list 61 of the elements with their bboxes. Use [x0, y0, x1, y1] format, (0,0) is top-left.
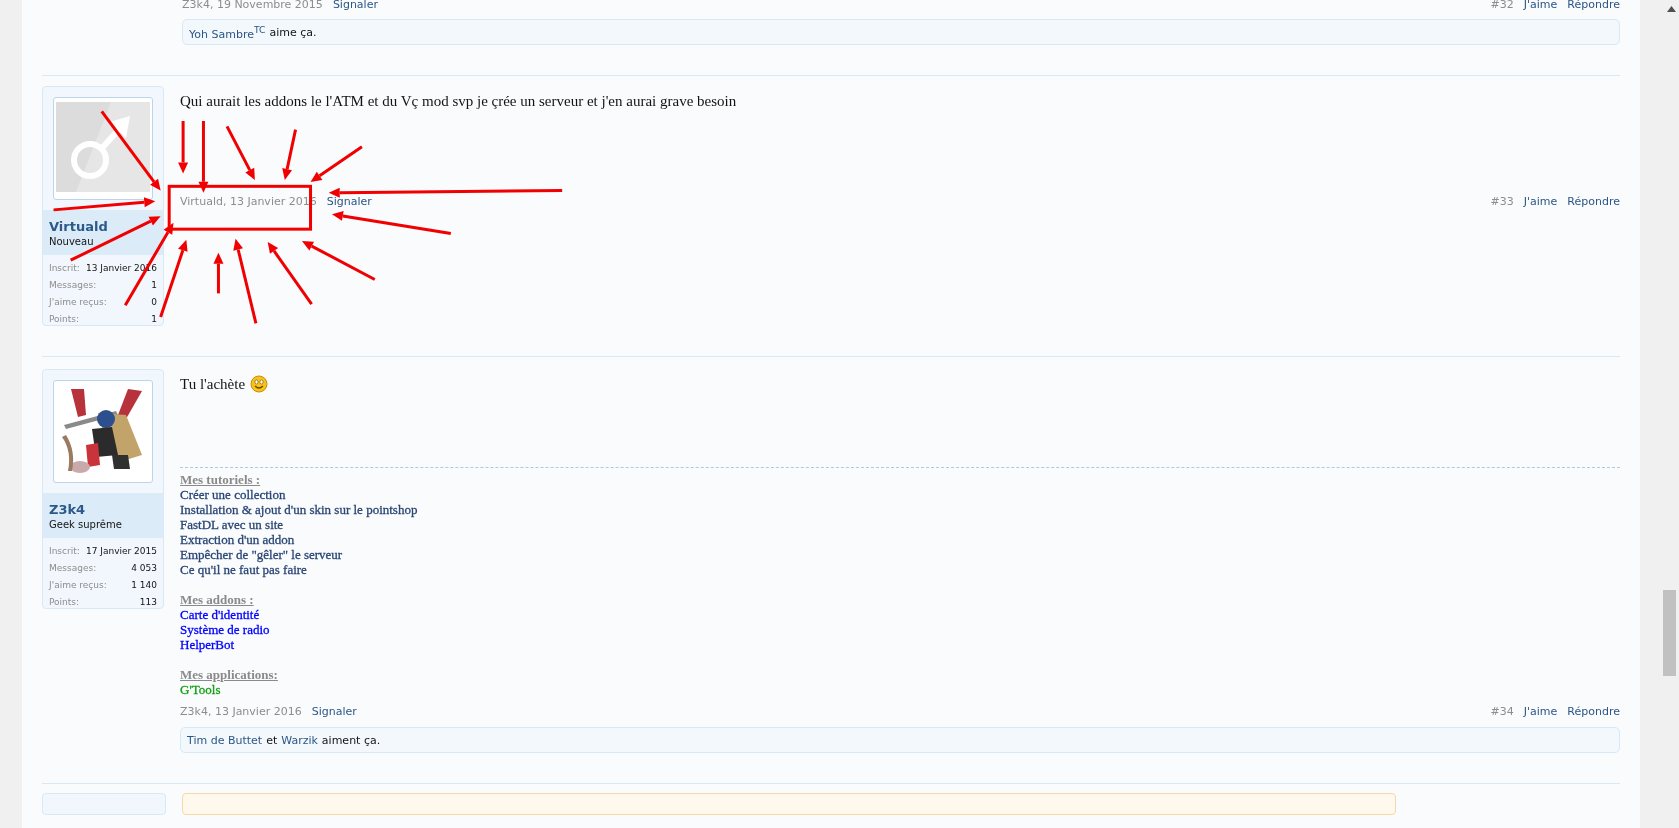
reply-link[interactable]: Répondre: [1567, 704, 1620, 718]
post-number: #33: [1490, 194, 1514, 208]
stat-value: 1 140: [131, 579, 157, 590]
like-link[interactable]: J'aime: [1523, 194, 1558, 208]
likes-text: aiment ça.: [321, 733, 381, 747]
report-link[interactable]: Signaler: [326, 194, 372, 208]
stat-label: J'aime reçus:: [49, 296, 107, 307]
user-link[interactable]: Yoh Sambre$^{TC}$: [189, 23, 266, 41]
signature-heading: Mes addons :: [180, 592, 254, 607]
likes-text: aime ça.: [269, 25, 317, 39]
stat-value: 1: [151, 313, 157, 324]
signature-heading: Mes tutoriels :: [180, 472, 261, 487]
signature-link[interactable]: G'Tools: [180, 682, 221, 697]
post-number: #34: [1490, 704, 1514, 718]
message-text: Tu l'achète: [180, 375, 246, 394]
user-name[interactable]: Virtuald: [49, 219, 108, 234]
annotation-arrow: [282, 129, 297, 180]
report-link[interactable]: Signaler: [311, 704, 357, 718]
stat-value: 0: [151, 296, 157, 307]
stat-label: Inscrit:: [49, 545, 80, 556]
signature-link[interactable]: Système de radio: [180, 622, 270, 637]
signature-link[interactable]: Empêcher de "gêler" le serveur: [180, 547, 343, 562]
stat-value: 113: [139, 596, 157, 607]
signature-link[interactable]: Carte d'identité: [180, 607, 260, 622]
signature-link[interactable]: Ce qu'il ne faut pas faire: [180, 562, 307, 577]
stat-label: Messages:: [49, 279, 97, 290]
signature-heading: Mes applications:: [180, 667, 278, 682]
annotation-arrow: [310, 145, 363, 183]
user-link[interactable]: Warzik: [281, 733, 318, 747]
annotation-arrow: [225, 125, 255, 180]
signature-link[interactable]: Créer une collection: [180, 487, 286, 502]
likes-text: et: [266, 733, 278, 747]
report-link[interactable]: Signaler: [332, 0, 378, 11]
stat-label: Inscrit:: [49, 262, 80, 273]
annotation-arrow: [198, 121, 209, 193]
stat-label: J'aime reçus:: [49, 579, 107, 590]
stat-label: Points:: [49, 596, 80, 607]
like-link[interactable]: J'aime: [1523, 704, 1558, 718]
signature-link[interactable]: Installation & ajout d'un skin sur le pointshop: [180, 502, 418, 517]
post-meta: Z3k4, 19 Novembre 2015: [182, 0, 323, 11]
stat-label: Points:: [49, 313, 80, 324]
user-rank: Geek suprême: [49, 519, 122, 530]
message-text: Qui aurait les addons le l'ATM et du Vç mod svp je çrée un serveur et j'en aurai grave besoin: [180, 92, 737, 111]
annotation-arrow: [213, 252, 224, 294]
user-name[interactable]: Z3k4: [49, 502, 86, 517]
signature-link[interactable]: Extraction d'un addon: [180, 532, 295, 547]
stat-value: 1: [151, 279, 157, 290]
reply-link[interactable]: Répondre: [1567, 194, 1620, 208]
post-number: #32: [1490, 0, 1514, 11]
scroll-up-icon[interactable]: [1667, 6, 1676, 12]
signature-link[interactable]: FastDL avec un site: [180, 517, 284, 532]
stat-value: 17 Janvier 2015: [86, 545, 157, 556]
like-link[interactable]: J'aime: [1523, 0, 1558, 11]
stat-label: Messages:: [49, 562, 97, 573]
user-link[interactable]: Tim de Buttet: [187, 733, 263, 747]
scrollbar-thumb[interactable]: [1663, 590, 1676, 676]
user-rank: Nouveau: [49, 236, 94, 247]
stat-value: 4 053: [131, 562, 157, 573]
post-meta: Z3k4, 13 Janvier 2016: [180, 704, 302, 718]
signature-link[interactable]: HelperBot: [180, 637, 235, 652]
annotation-arrow: [178, 121, 189, 174]
